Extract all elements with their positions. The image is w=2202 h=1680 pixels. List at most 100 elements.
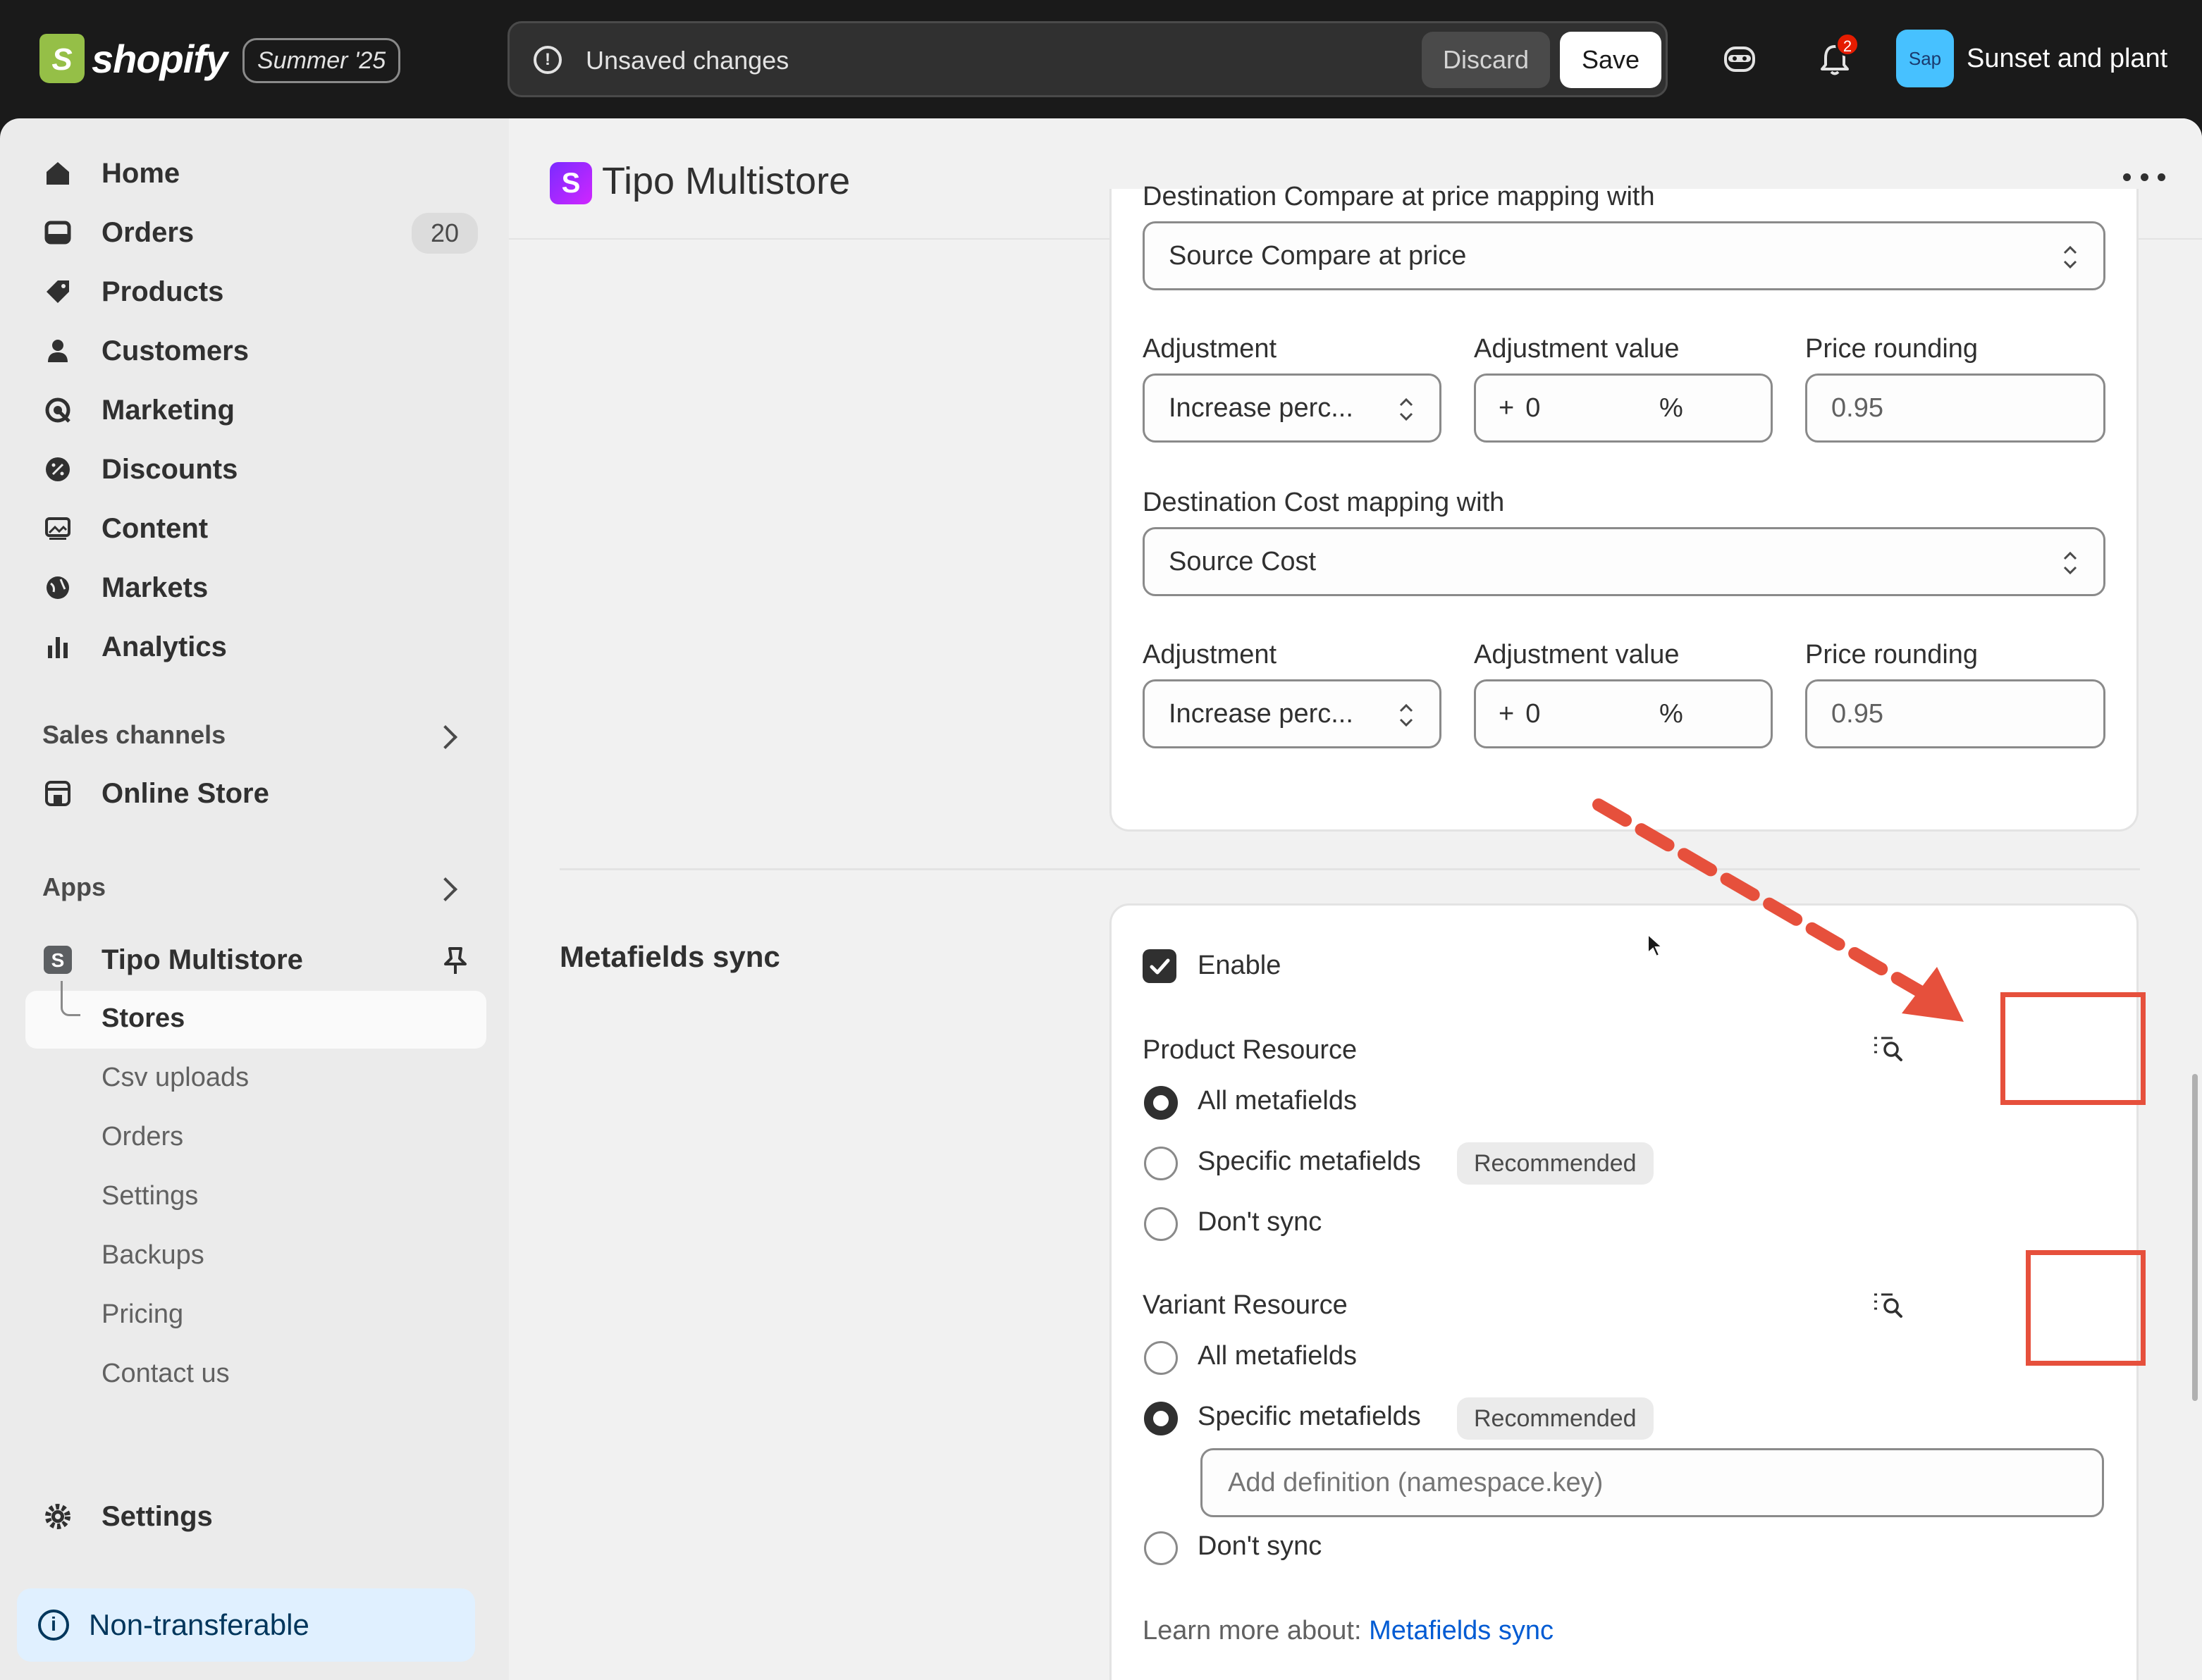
notification-badge: 2 (1835, 32, 1859, 56)
sidebar-item-markets[interactable]: Markets (42, 562, 208, 613)
adjustment-value-input[interactable]: + 0 % (1474, 373, 1773, 443)
sidebar-item-orders[interactable]: Orders (42, 207, 194, 258)
edition-badge[interactable]: Summer '25 (242, 38, 401, 83)
metafields-sync-link[interactable]: Metafields sync (1369, 1616, 1554, 1645)
product-specific-metafields-radio[interactable] (1144, 1147, 1178, 1180)
select-arrows-icon (1399, 397, 1413, 421)
home-icon (42, 158, 73, 189)
product-dont-sync-radio[interactable] (1144, 1207, 1178, 1241)
adjustment-select[interactable]: Increase perc... (1143, 373, 1441, 443)
page-title: Tipo Multistore (602, 160, 851, 202)
avatar[interactable]: Sap (1896, 30, 1954, 87)
sidebar-subitem-contact-us[interactable]: Contact us (102, 1359, 230, 1389)
person-icon (42, 335, 73, 366)
non-transferable-banner[interactable]: i Non-transferable (17, 1588, 475, 1662)
metafields-sync-heading: Metafields sync (560, 940, 780, 973)
sidebar-item-analytics[interactable]: Analytics (42, 622, 227, 672)
store-name[interactable]: Sunset and plant (1967, 44, 2167, 74)
variant-all-metafields-radio[interactable] (1144, 1341, 1178, 1375)
enable-label[interactable]: Enable (1198, 951, 1281, 981)
product-resource-label: Product Resource (1143, 1035, 1358, 1065)
cost-mapping-label: Destination Cost mapping with (1143, 488, 1505, 517)
cost-mapping-value: Source Cost (1169, 546, 1317, 576)
add-definition-input[interactable] (1200, 1448, 2104, 1517)
adjustment-sign: + (1499, 698, 1515, 729)
recommended-badge: Recommended (1457, 1397, 1654, 1440)
variant-resource-label: Variant Resource (1143, 1290, 1348, 1320)
image-icon (42, 513, 73, 544)
bar-chart-icon (42, 631, 73, 662)
sidebar-item-online-store[interactable]: Online Store (42, 768, 269, 819)
adjustment-select-value: Increase perc... (1169, 698, 1353, 729)
search-list-icon[interactable] (1871, 1289, 1905, 1320)
sidebar-subitem-settings[interactable]: Settings (102, 1181, 198, 1211)
tree-connector (61, 981, 80, 1016)
search-list-icon[interactable] (1871, 1032, 1905, 1063)
sidebar-item-label: Products (102, 276, 224, 307)
discard-button[interactable]: Discard (1422, 32, 1550, 88)
variant-all-metafields-label[interactable]: All metafields (1198, 1341, 1357, 1371)
adjustment-select-value: Increase perc... (1169, 393, 1353, 423)
adjustment-value-label: Adjustment value (1474, 334, 1680, 364)
alert-icon: ! (534, 46, 562, 74)
tipo-app-icon: S (42, 944, 73, 975)
non-transferable-text: Non-transferable (89, 1608, 309, 1641)
adjustment-value-input[interactable]: + 0 % (1474, 679, 1773, 748)
sidebar-subitem-stores[interactable]: Stores (102, 1003, 185, 1034)
sidekick-icon[interactable] (1723, 44, 1757, 75)
learn-more-text: Learn more about: Metafields sync (1143, 1616, 1554, 1646)
sales-channels-heading[interactable]: Sales channels (42, 720, 226, 750)
sidebar-subitem-backups[interactable]: Backups (102, 1240, 204, 1271)
top-bar: shopify Summer '25 ! Unsaved changes Dis… (0, 0, 2202, 118)
save-button[interactable]: Save (1560, 32, 1661, 88)
sidebar-item-tipo-multistore[interactable]: S Tipo Multistore (42, 934, 303, 985)
price-rounding-input[interactable]: 0.95 (1805, 373, 2105, 443)
sidebar-subitem-pricing[interactable]: Pricing (102, 1299, 183, 1330)
tag-icon (42, 276, 73, 307)
pin-icon[interactable] (443, 946, 468, 977)
sidebar-item-discounts[interactable]: Discounts (42, 444, 238, 495)
sidebar-item-content[interactable]: Content (42, 503, 208, 554)
variant-dont-sync-label[interactable]: Don't sync (1198, 1531, 1322, 1562)
checkmark-icon (1150, 958, 1170, 975)
cost-mapping-select[interactable]: Source Cost (1143, 527, 2105, 596)
product-dont-sync-label[interactable]: Don't sync (1198, 1207, 1322, 1237)
sidebar-item-stores-active[interactable] (25, 991, 486, 1049)
adjustment-value: 0 (1525, 393, 1541, 423)
sidebar-subitem-csv-uploads[interactable]: Csv uploads (102, 1063, 249, 1093)
sidebar-item-home[interactable]: Home (42, 148, 180, 199)
adjustment-value: 0 (1525, 698, 1541, 729)
sidebar-subitem-orders[interactable]: Orders (102, 1122, 183, 1152)
sidebar-item-label: Content (102, 512, 209, 544)
svg-text:S: S (51, 949, 65, 971)
product-all-metafields-label[interactable]: All metafields (1198, 1086, 1357, 1116)
product-specific-metafields-label[interactable]: Specific metafields (1198, 1147, 1421, 1177)
scrollbar[interactable] (2192, 1074, 2198, 1401)
sidebar-item-marketing[interactable]: Marketing (42, 385, 235, 436)
sidebar-item-customers[interactable]: Customers (42, 326, 249, 376)
sidebar-item-products[interactable]: Products (42, 266, 223, 317)
compare-mapping-select[interactable]: Source Compare at price (1143, 221, 2105, 290)
sidebar-item-label: Markets (102, 572, 209, 603)
orders-icon (42, 217, 73, 248)
sidebar-item-label: Analytics (102, 631, 227, 662)
annotation-highlight-box (2026, 1250, 2146, 1366)
price-rounding-input[interactable]: 0.95 (1805, 679, 2105, 748)
adjustment-select[interactable]: Increase perc... (1143, 679, 1441, 748)
sidebar-item-settings[interactable]: Settings (42, 1491, 213, 1542)
product-all-metafields-radio[interactable] (1144, 1086, 1178, 1120)
shopify-logo[interactable]: shopify (39, 34, 228, 83)
price-rounding-label: Price rounding (1805, 334, 1979, 364)
apps-heading[interactable]: Apps (42, 872, 106, 902)
more-actions-icon[interactable] (2123, 173, 2165, 187)
enable-checkbox[interactable] (1143, 949, 1176, 983)
sidebar-item-label: Marketing (102, 394, 235, 426)
variant-specific-metafields-radio[interactable] (1144, 1402, 1178, 1435)
pricing-mapping-card: Destination Compare at price mapping wit… (1109, 182, 2139, 832)
select-arrows-icon (2063, 245, 2077, 269)
variant-specific-metafields-label[interactable]: Specific metafields (1198, 1402, 1421, 1432)
learn-more-prefix: Learn more about: (1143, 1616, 1362, 1645)
adjustment-label: Adjustment (1143, 640, 1277, 669)
variant-dont-sync-radio[interactable] (1144, 1531, 1178, 1565)
compare-mapping-label: Destination Compare at price mapping wit… (1143, 182, 1655, 211)
